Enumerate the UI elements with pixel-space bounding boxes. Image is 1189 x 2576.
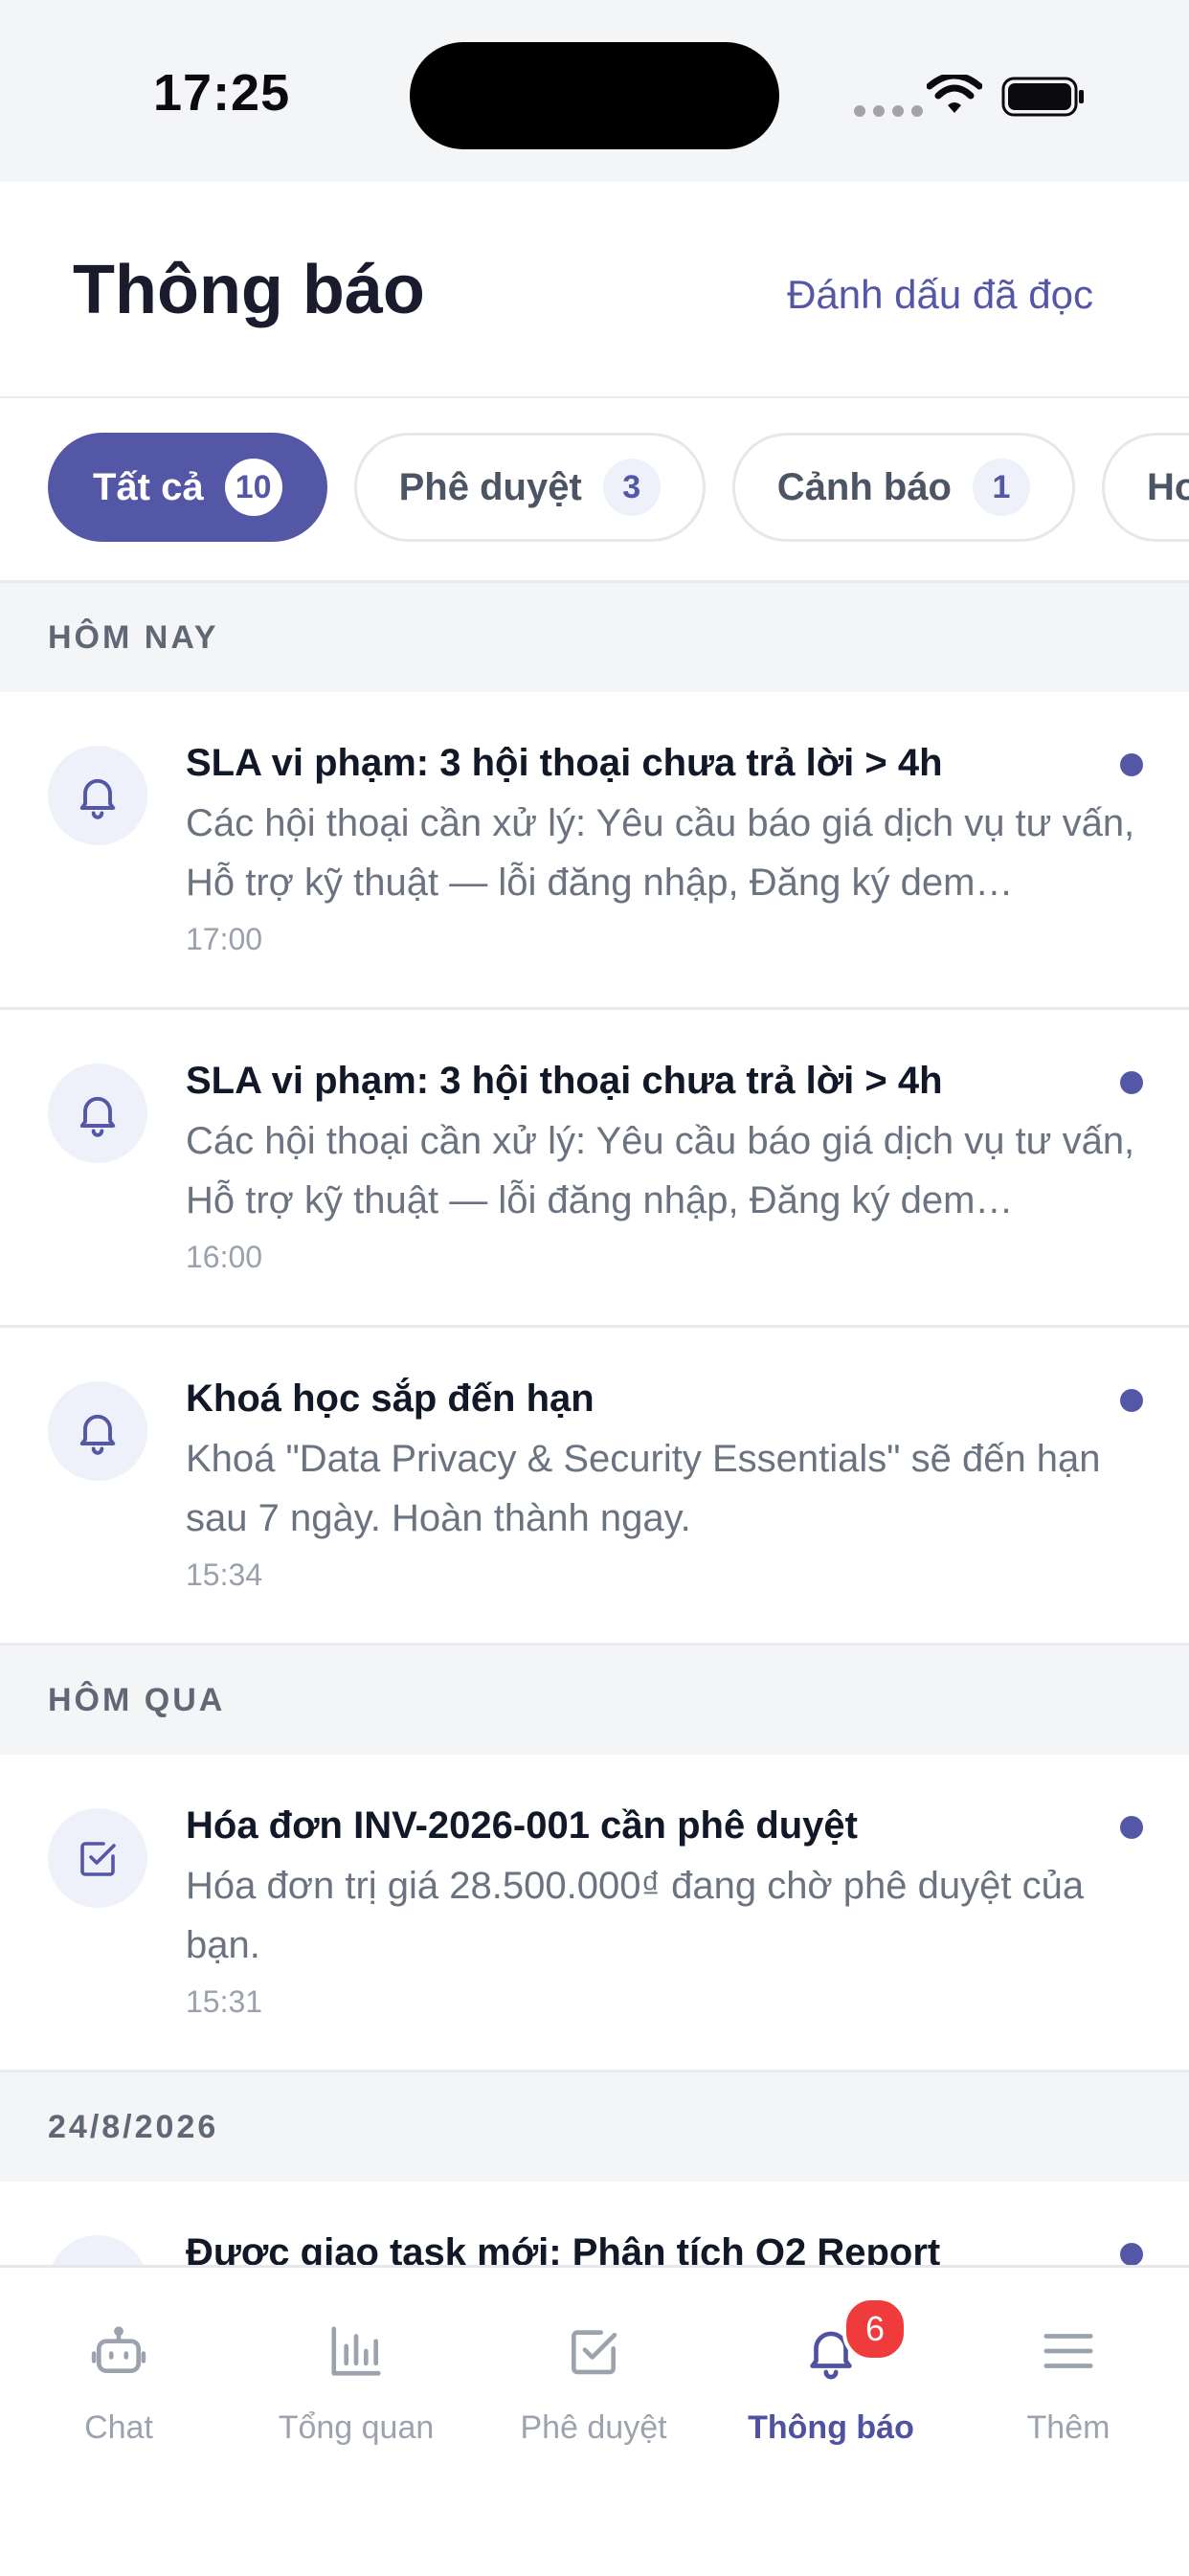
header: Thông báo Đánh dấu đã đọc: [0, 182, 1189, 399]
wifi-icon: [927, 75, 982, 113]
tab-chat[interactable]: Chat: [0, 2296, 237, 2469]
notification-item[interactable]: Hóa đơn INV-2026-001 cần phê duyệt Hóa đ…: [0, 1755, 1189, 2072]
tab-label: Thêm: [1026, 2409, 1110, 2446]
notification-title: Khoá học sắp đến hạn: [186, 1378, 594, 1420]
page-title: Thông báo: [73, 252, 425, 328]
notification-icon-wrap: [48, 1381, 147, 1481]
status-time: 17:25: [153, 64, 291, 122]
unread-dot: [1120, 2243, 1143, 2266]
notification-icon-wrap: [48, 1808, 147, 1908]
filter-chip-label: Tất cả: [93, 465, 204, 508]
notification-body: Hóa đơn trị giá 28.500.000₫ đang chờ phê…: [186, 1865, 1085, 1966]
notification-title: Hóa đơn INV-2026-001 cần phê duyệt: [186, 1804, 858, 1847]
notification-time: 17:00: [186, 922, 263, 956]
tab-bar: Chat Tổng quan Phê duyệt 6 Thông báo Thê…: [0, 2265, 1189, 2576]
notification-body: Khoá "Data Privacy & Security Essentials…: [186, 1438, 1101, 1539]
filter-chip-more[interactable]: Ho: [1102, 433, 1189, 542]
notification-icon-wrap: [48, 1064, 147, 1163]
checkbox-icon: [80, 1842, 116, 1876]
cellular-signal-icon: [854, 105, 923, 117]
filter-chip-warning[interactable]: Cảnh báo 1: [731, 433, 1075, 542]
filter-chip-count: 1: [973, 459, 1030, 516]
notification-item[interactable]: SLA vi phạm: 3 hội thoại chưa trả lời > …: [0, 692, 1189, 1010]
tab-approval[interactable]: Phê duyệt: [475, 2296, 712, 2469]
filter-chip-label: Ho: [1147, 465, 1189, 508]
menu-icon: [1043, 2334, 1093, 2368]
notification-time: 16:00: [186, 1240, 263, 1274]
filter-chip-approval[interactable]: Phê duyệt 3: [353, 433, 706, 542]
bell-icon: [79, 1414, 116, 1455]
battery-icon: [1001, 77, 1084, 117]
notification-count-badge: 6: [842, 2296, 908, 2362]
filter-chip-all[interactable]: Tất cả 10: [48, 433, 327, 542]
section-header-yesterday: HÔM QUA: [0, 1646, 1189, 1755]
filter-chip-label: Cảnh báo: [776, 465, 952, 508]
robot-icon: [91, 2326, 146, 2373]
unread-dot: [1120, 1389, 1143, 1412]
dynamic-island: [410, 42, 779, 149]
notification-time: 15:34: [186, 1557, 263, 1592]
tab-overview[interactable]: Tổng quan: [237, 2296, 475, 2469]
tab-more[interactable]: Thêm: [950, 2296, 1187, 2469]
notification-title: SLA vi phạm: 3 hội thoại chưa trả lời > …: [186, 1060, 943, 1102]
tab-label: Thông báo: [748, 2409, 914, 2446]
unread-dot: [1120, 1816, 1143, 1839]
notification-item[interactable]: Khoá học sắp đến hạn Khoá "Data Privacy …: [0, 1328, 1189, 1646]
notification-title: SLA vi phạm: 3 hội thoại chưa trả lời > …: [186, 742, 943, 784]
notification-item[interactable]: SLA vi phạm: 3 hội thoại chưa trả lời > …: [0, 1010, 1189, 1328]
section-header-date: 24/8/2026: [0, 2072, 1189, 2182]
tab-label: Phê duyệt: [520, 2409, 667, 2446]
bar-chart-icon: [331, 2326, 381, 2376]
notification-icon-wrap: [48, 746, 147, 845]
filter-bar: Tất cả 10 Phê duyệt 3 Cảnh báo 1 Ho: [0, 398, 1189, 583]
tab-notifications[interactable]: 6 Thông báo: [712, 2296, 950, 2469]
checkbox-icon: [572, 2330, 617, 2375]
notification-body: Các hội thoại cần xử lý: Yêu cầu báo giá…: [186, 802, 1135, 904]
section-header-today: HÔM NAY: [0, 583, 1189, 692]
tab-label: Tổng quan: [278, 2409, 435, 2446]
filter-chip-count: 10: [224, 459, 282, 516]
status-bar: 17:25: [0, 0, 1189, 182]
unread-dot: [1120, 753, 1143, 776]
unread-dot: [1120, 1071, 1143, 1094]
bell-icon: [79, 778, 116, 819]
notification-body: Các hội thoại cần xử lý: Yêu cầu báo giá…: [186, 1120, 1135, 1221]
filter-chip-count: 3: [602, 459, 661, 516]
notification-time: 15:31: [186, 1984, 263, 2019]
filter-chip-label: Phê duyệt: [398, 465, 582, 508]
bell-icon: [79, 1096, 116, 1137]
mark-all-read-button[interactable]: Đánh dấu đã đọc: [787, 272, 1093, 318]
tab-label: Chat: [84, 2409, 153, 2446]
